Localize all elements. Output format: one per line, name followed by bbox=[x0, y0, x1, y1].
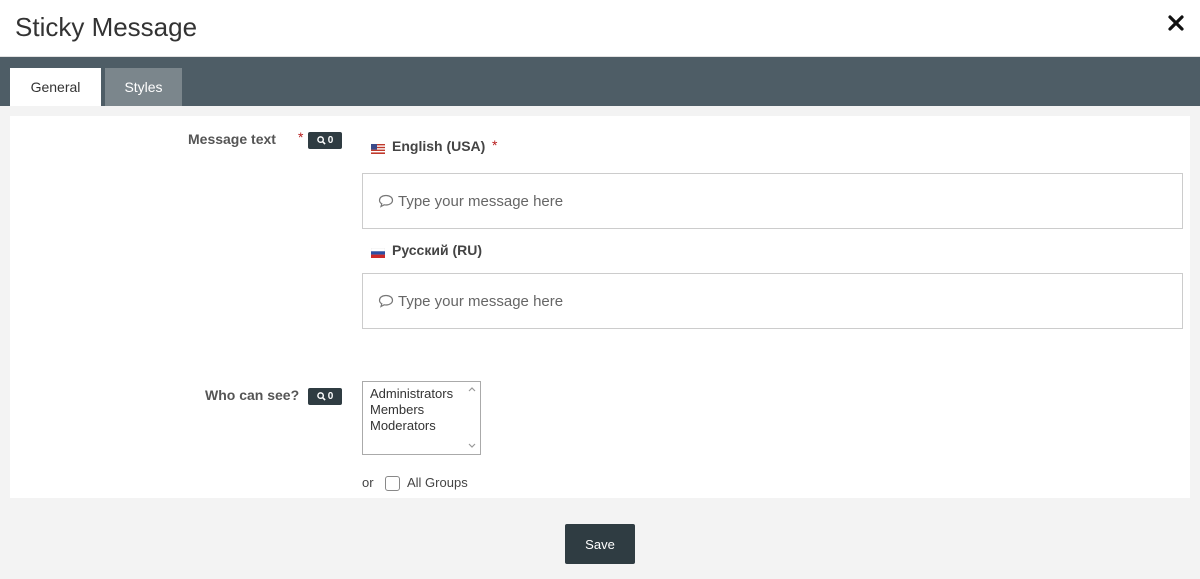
ru-flag-icon bbox=[370, 245, 386, 258]
close-icon[interactable] bbox=[1166, 10, 1186, 36]
all-groups-label[interactable]: All Groups bbox=[407, 475, 468, 490]
required-marker-en: * bbox=[492, 137, 498, 153]
badge-count: 0 bbox=[327, 391, 334, 402]
tab-bar: General Styles bbox=[0, 57, 1200, 106]
required-marker: * bbox=[298, 129, 304, 145]
search-icon bbox=[316, 392, 326, 401]
groups-listbox[interactable]: Administrators Members Moderators bbox=[362, 381, 481, 455]
language-name-ru: Русский (RU) bbox=[392, 242, 483, 258]
dialog-title: Sticky Message bbox=[15, 12, 198, 42]
message-input-en[interactable]: Type your message here bbox=[362, 173, 1183, 229]
message-placeholder-en: Type your message here bbox=[398, 192, 564, 210]
all-groups-checkbox[interactable] bbox=[385, 476, 400, 491]
search-count-badge[interactable]: 0 bbox=[308, 132, 342, 149]
scroll-up-icon bbox=[468, 387, 476, 392]
tab-general[interactable]: General bbox=[10, 68, 101, 106]
or-text: or bbox=[362, 475, 374, 490]
tab-styles[interactable]: Styles bbox=[105, 68, 182, 106]
search-icon bbox=[316, 136, 326, 145]
message-input-ru[interactable]: Type your message here bbox=[362, 273, 1183, 329]
speech-bubble-icon bbox=[378, 294, 394, 308]
scroll-down-icon bbox=[468, 443, 476, 448]
search-count-badge[interactable]: 0 bbox=[308, 388, 342, 405]
language-header-ru: Русский (RU) bbox=[370, 242, 483, 258]
language-header-en: English (USA) bbox=[371, 138, 485, 154]
save-button[interactable]: Save bbox=[565, 524, 635, 564]
who-can-see-label: Who can see? bbox=[205, 387, 300, 403]
us-flag-icon bbox=[371, 141, 385, 154]
dialog-header: Sticky Message bbox=[0, 0, 1200, 57]
message-text-label: Message text bbox=[188, 131, 276, 147]
message-placeholder-ru: Type your message here bbox=[398, 292, 564, 310]
badge-count: 0 bbox=[327, 135, 334, 146]
speech-bubble-icon bbox=[378, 194, 394, 208]
listbox-scrollbar[interactable] bbox=[464, 382, 480, 454]
language-name-en: English (USA) bbox=[392, 138, 486, 154]
